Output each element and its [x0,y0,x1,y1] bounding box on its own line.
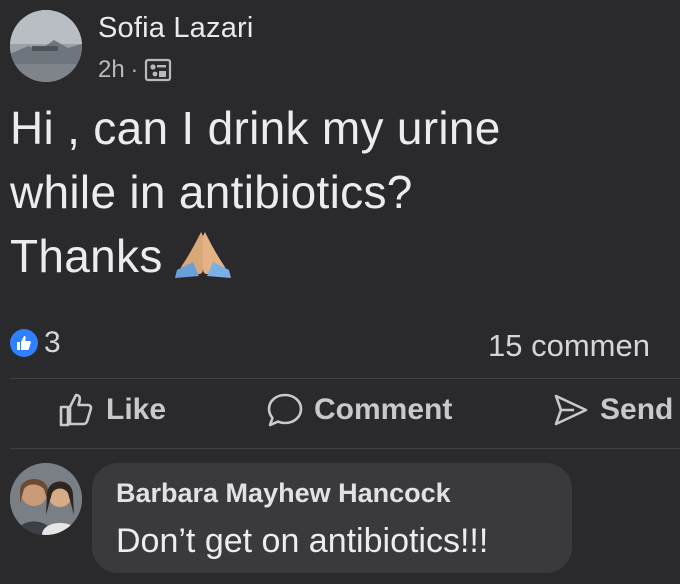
like-button[interactable]: Like [58,392,166,428]
comment-button-label: Comment [314,393,453,426]
commenter-name[interactable]: Barbara Mayhew Hancock [116,478,451,509]
send-button-label: Send [600,393,674,426]
comment-button[interactable]: Comment [266,392,452,428]
send-button[interactable]: Send [552,392,673,428]
post-line-last: Thanks [10,224,670,288]
folded-hands-icon [173,230,233,278]
comments-count[interactable]: 15 commen [488,328,650,364]
divider [10,448,680,449]
divider [10,378,680,379]
like-reaction-icon [10,329,38,357]
like-button-label: Like [106,393,167,426]
comment-text: Don’t get on antibiotics!!! [116,522,489,560]
like-count: 3 [44,326,61,359]
send-icon [552,392,590,428]
post-line: Hi , can I drink my urine [10,102,501,154]
author-avatar[interactable] [10,10,82,82]
commenter-avatar[interactable] [10,463,82,535]
photo-album-icon[interactable] [144,57,172,83]
post-line: Thanks [10,230,163,282]
comment-bubble-icon [266,392,304,428]
post-body: Hi , can I drink my urine while in antib… [10,96,670,288]
meta-separator: · [130,57,139,82]
facebook-post: Sofia Lazari 2h · Hi , can I drink my ur… [0,0,680,584]
author-name[interactable]: Sofia Lazari [98,12,254,45]
post-meta: 2h · [98,56,172,84]
reaction-summary[interactable]: 3 [10,326,61,360]
thumbs-up-icon [58,392,96,428]
post-line: while in antibiotics? [10,166,413,218]
post-time[interactable]: 2h [98,56,125,84]
